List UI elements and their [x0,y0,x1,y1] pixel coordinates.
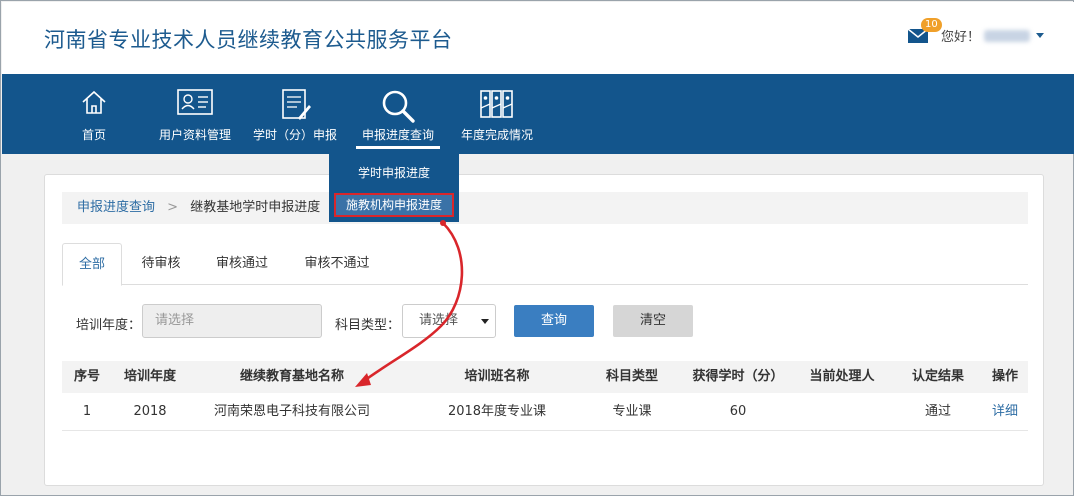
year-filter-label: 培训年度： [76,318,142,333]
notification-badge: 10 [920,17,942,32]
chevron-down-icon [481,319,489,324]
user-area[interactable]: 10 您好！ [907,17,1044,45]
menu-item-hour-progress[interactable]: 学时申报进度 [329,164,459,181]
nav-label-hour-declare: 学时（分）申报 [252,128,337,142]
subject-type-label: 科目类型： [335,318,401,333]
header: 河南省专业技术人员继续教育公共服务平台 10 您好！ [2,2,1074,74]
clear-button[interactable]: 清空 [613,305,693,337]
home-icon [80,88,108,119]
progress-table: 序号 培训年度 继续教育基地名称 培训班名称 科目类型 获得学时（分） 当前处理… [62,361,1028,431]
table-row: 1 2018 河南荣恩电子科技有限公司 2018年度专业课 专业课 60 通过 … [62,393,1028,431]
nav-label-annual-status: 年度完成情况 [460,128,533,142]
th-hours: 获得学时（分） [692,369,784,384]
year-select-input[interactable]: 请选择 [142,304,322,338]
breadcrumb: 申报进度查询 > 继教基地学时申报进度 [62,192,1028,224]
page-frame: 河南省专业技术人员继续教育公共服务平台 10 您好！ 首页 用户资料管理 学时（… [0,0,1074,496]
breadcrumb-current: 继教基地学时申报进度 [190,200,321,215]
cell-class-name: 2018年度专业课 [447,404,547,419]
username-blurred [984,29,1030,42]
th-handler: 当前处理人 [809,369,875,384]
cell-year: 2018 [133,404,167,419]
greeting-text: 您好！ [940,30,980,45]
cell-hours: 60 [729,404,747,419]
detail-link[interactable]: 详细 [982,393,1028,431]
query-button[interactable]: 查询 [514,305,594,337]
chevron-down-icon[interactable] [1036,33,1044,38]
progress-dropdown-menu: 学时申报进度 施教机构申报进度 [329,154,459,222]
id-card-icon [176,88,214,121]
mail-icon[interactable]: 10 [907,17,942,44]
nav-item-user-profile[interactable]: 用户资料管理 [155,74,235,154]
nav-item-progress-query[interactable]: 申报进度查询 [354,74,442,154]
site-title: 河南省专业技术人员继续教育公共服务平台 [44,28,453,52]
binders-icon [477,88,517,123]
th-result: 认定结果 [911,369,964,384]
menu-item-institution-progress[interactable]: 施教机构申报进度 [334,193,454,217]
th-index: 序号 [73,369,100,384]
table-header-row: 序号 培训年度 继续教育基地名称 培训班名称 科目类型 获得学时（分） 当前处理… [62,361,1028,393]
subject-type-value: 请选择 [419,313,459,328]
main-nav: 首页 用户资料管理 学时（分）申报 申报进度查询 年度完成情况 [2,74,1074,154]
active-tab-underline [356,146,440,149]
cell-result: 通过 [924,404,951,419]
tab-all[interactable]: 全部 [62,243,122,286]
cell-base-name: 河南荣恩电子科技有限公司 [213,404,370,419]
nav-label-home: 首页 [81,128,106,142]
nav-label-user-profile: 用户资料管理 [158,128,231,142]
nav-item-annual-status[interactable]: 年度完成情况 [452,74,542,154]
subject-type-select[interactable]: 请选择 [402,304,496,338]
document-edit-icon [278,88,312,125]
th-year: 培训年度 [123,369,176,384]
nav-label-progress-query: 申报进度查询 [361,128,434,142]
tab-rejected[interactable]: 审核不通过 [292,243,382,285]
magnifier-icon [380,88,416,127]
th-class-name: 培训班名称 [464,369,530,384]
th-action: 操作 [991,369,1018,384]
cell-index: 1 [82,404,92,419]
breadcrumb-root-link[interactable]: 申报进度查询 [77,200,155,215]
content-panel: 申报进度查询 > 继教基地学时申报进度 全部 待审核 审核通过 审核不通过 培训… [44,174,1044,486]
tab-pending[interactable]: 待审核 [130,243,192,285]
tab-approved[interactable]: 审核通过 [204,243,280,285]
nav-item-hour-declare[interactable]: 学时（分）申报 [249,74,341,154]
th-base-name: 继续教育基地名称 [239,369,344,384]
breadcrumb-separator: > [167,200,179,215]
cell-subject-type: 专业课 [612,404,652,419]
status-tabs: 全部 待审核 审核通过 审核不通过 [62,243,1028,286]
nav-item-home[interactable]: 首页 [64,74,124,154]
th-subject-type: 科目类型 [605,369,658,384]
